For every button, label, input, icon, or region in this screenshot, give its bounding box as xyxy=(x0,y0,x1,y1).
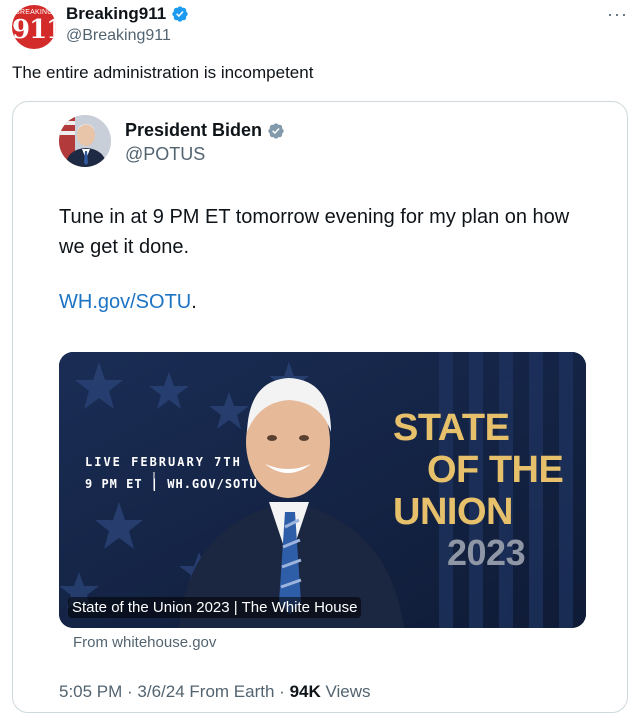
biden-portrait-icon xyxy=(59,115,111,167)
link-suffix: . xyxy=(191,291,197,313)
live-date-text: LIVE FEBRUARY 7TH xyxy=(85,455,242,469)
quoted-name-row: President Biden xyxy=(125,120,285,141)
views-label: Views xyxy=(325,682,371,701)
more-options-icon[interactable]: ··· xyxy=(607,4,628,25)
quoted-display-name[interactable]: President Biden xyxy=(125,120,262,141)
tweet-time[interactable]: 5:05 PM xyxy=(59,682,122,701)
author-display-name[interactable]: Breaking911 xyxy=(66,4,166,24)
sotu-title-line-1: STATE xyxy=(393,407,510,449)
tweet-date[interactable]: 3/6/24 xyxy=(137,682,184,701)
quoted-tweet-text: Tune in at 9 PM ET tomorrow evening for … xyxy=(59,206,570,258)
author-name-row: Breaking911 xyxy=(66,4,189,24)
sotu-title: STATE OF THE UNION xyxy=(393,407,564,533)
tweet-meta: 5:05 PM · 3/6/24 From Earth · 94K Views xyxy=(59,682,371,701)
author-handle[interactable]: @Breaking911 xyxy=(66,27,171,45)
verified-badge-icon xyxy=(172,6,188,22)
tweet-text: The entire administration is incompetent xyxy=(12,63,314,82)
link-card-caption: State of the Union 2023 | The White Hous… xyxy=(68,597,362,618)
quoted-handle[interactable]: @POTUS xyxy=(125,144,205,165)
sotu-year: 2023 xyxy=(447,532,526,573)
avatar-911-text: 911 xyxy=(12,15,56,45)
sotu-title-line-2: OF THE xyxy=(427,449,564,491)
quoted-link-line: WH.gov/SOTU. xyxy=(59,291,197,314)
sotu-link[interactable]: WH.gov/SOTU xyxy=(59,291,191,313)
link-preview-image[interactable]: LIVE FEBRUARY 7TH 9 PM ET | WH.GOV/SOTU … xyxy=(59,352,586,628)
author-avatar[interactable]: BREAKING 911 xyxy=(12,5,56,49)
government-badge-icon xyxy=(268,122,284,139)
quoted-tweet-card[interactable]: President Biden @POTUS Tune in at 9 PM E… xyxy=(12,101,628,713)
quoted-author-avatar[interactable] xyxy=(59,115,111,167)
from-site-label[interactable]: From whitehouse.gov xyxy=(73,634,216,651)
live-time-text: 9 PM ET | WH.GOV/SOTU xyxy=(85,477,258,491)
sotu-title-line-3: UNION xyxy=(393,491,513,533)
views-count: 94K xyxy=(289,682,321,701)
tweet-source: From Earth xyxy=(189,682,275,701)
